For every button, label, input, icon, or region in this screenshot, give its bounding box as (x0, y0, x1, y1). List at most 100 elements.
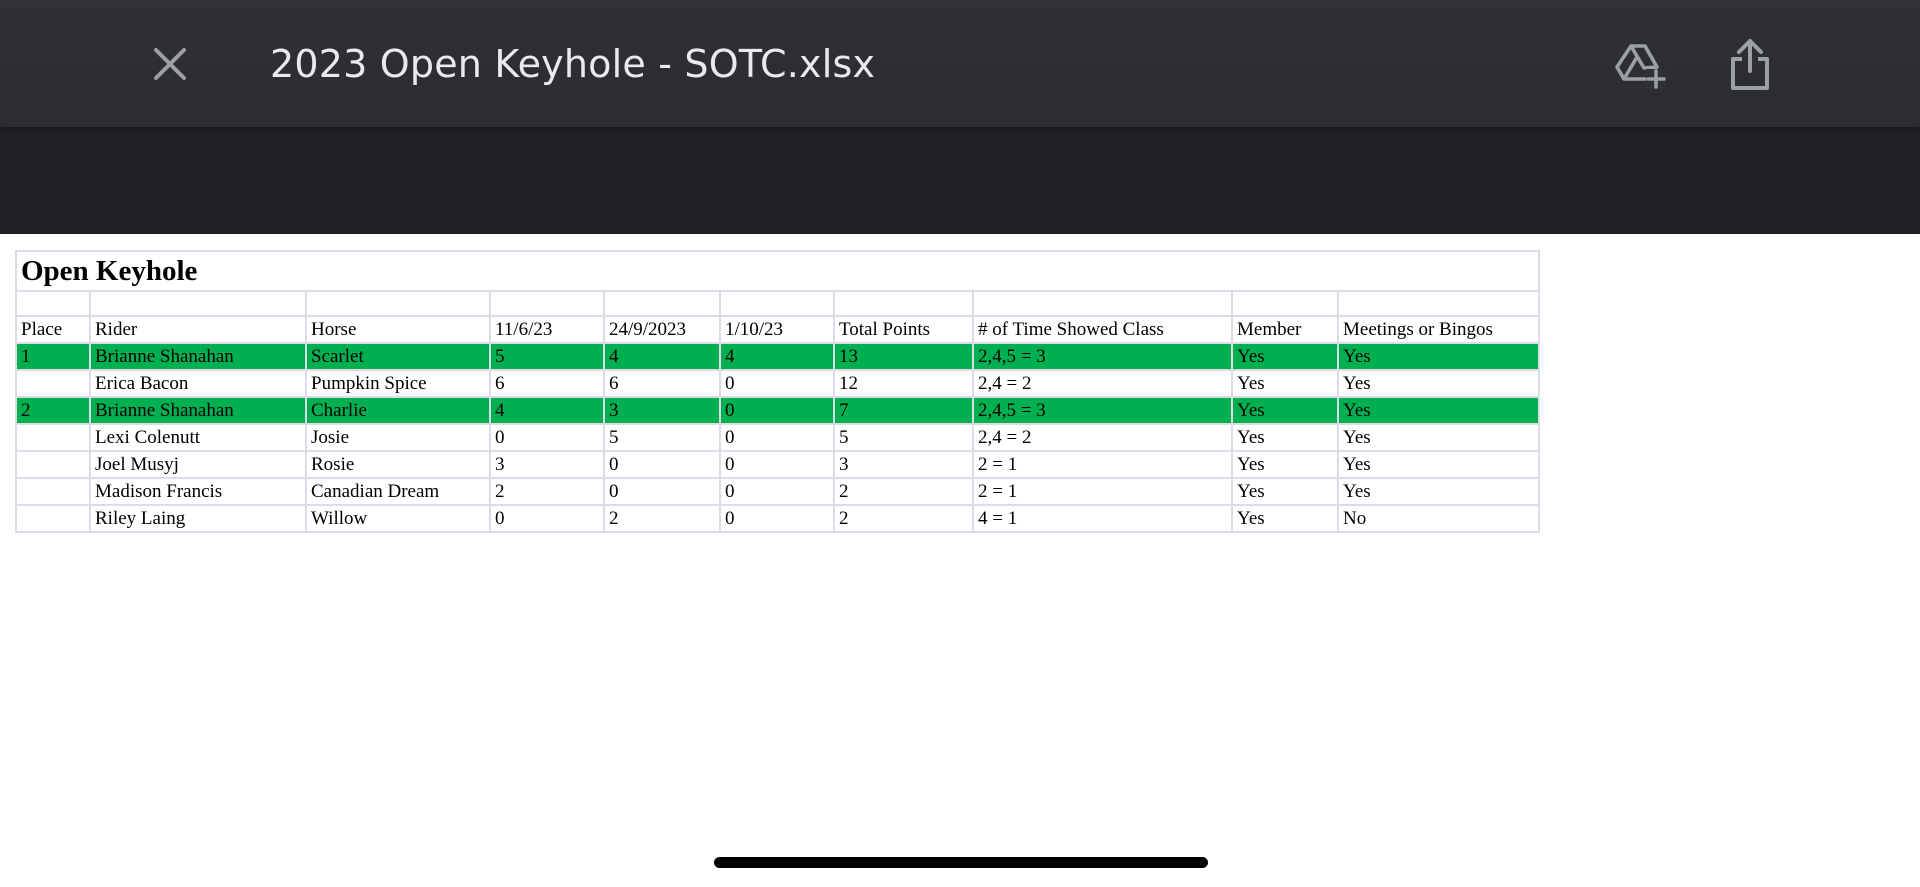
table-cell: Willow (305, 504, 491, 533)
table-row: 2 Brianne Shanahan Charlie 4 3 0 7 2,4,5 = 3 Yes… (15, 396, 1540, 425)
table-cell: 2,4,5 = 3 (972, 396, 1233, 425)
table-row: Lexi Colenutt Josie 0 5 0 5 2,4 = 2 Yes Yes (15, 423, 1540, 452)
empty-cell (1231, 290, 1339, 317)
table-cell (15, 504, 91, 533)
table-cell: Canadian Dream (305, 477, 491, 506)
table-cell: Joel Musyj (89, 450, 307, 479)
share-button[interactable] (1722, 34, 1778, 94)
table-cell (15, 477, 91, 506)
table-cell: 1 (15, 342, 91, 371)
table-row: 1 Brianne Shanahan Scarlet 5 4 4 13 2,4,5 = 3 Ye… (15, 342, 1540, 371)
table-cell (15, 369, 91, 398)
empty-cell (89, 290, 307, 317)
table-cell: 12 (833, 369, 974, 398)
empty-cell (972, 290, 1233, 317)
table-cell: 6 (603, 369, 721, 398)
table-cell: 0 (719, 504, 835, 533)
table-cell: 6 (489, 369, 605, 398)
empty-cell (603, 290, 721, 317)
column-header: Total Points (833, 315, 974, 344)
table-cell: Yes (1231, 396, 1339, 425)
table-cell: 3 (603, 396, 721, 425)
table-cell: 7 (833, 396, 974, 425)
table-cell: Brianne Shanahan (89, 396, 307, 425)
close-button[interactable] (142, 36, 198, 92)
table-cell: 2 (603, 504, 721, 533)
table-cell: Rosie (305, 450, 491, 479)
home-indicator[interactable] (714, 857, 1208, 868)
column-header: # of Time Showed Class (972, 315, 1233, 344)
table-cell: 3 (833, 450, 974, 479)
table-cell: Yes (1337, 477, 1540, 506)
table-cell (15, 450, 91, 479)
spreadsheet-table: Open Keyhole Place Rider Horse 11/6/23 2… (15, 250, 1540, 533)
table-row: Madison Francis Canadian Dream 2 0 0 2 2 = 1 Ye… (15, 477, 1540, 506)
table-cell: 2 = 1 (972, 450, 1233, 479)
close-icon (154, 48, 186, 80)
table-cell: No (1337, 504, 1540, 533)
table-cell: 2 (833, 477, 974, 506)
table-cell: Yes (1337, 396, 1540, 425)
table-cell: 2,4,5 = 3 (972, 342, 1233, 371)
column-header: Place (15, 315, 91, 344)
column-header: Meetings or Bingos (1337, 315, 1540, 344)
empty-cell (833, 290, 974, 317)
table-cell: 5 (603, 423, 721, 452)
table-cell: 3 (489, 450, 605, 479)
table-cell: Yes (1337, 450, 1540, 479)
table-cell: 0 (719, 450, 835, 479)
empty-cell (305, 290, 491, 317)
column-header: 11/6/23 (489, 315, 605, 344)
table-cell: 2 = 1 (972, 477, 1233, 506)
table-cell: 0 (719, 423, 835, 452)
table-cell: Yes (1337, 369, 1540, 398)
table-cell: Lexi Colenutt (89, 423, 307, 452)
column-header: Rider (89, 315, 307, 344)
document-title: 2023 Open Keyhole - SOTC.xlsx (270, 42, 876, 86)
share-icon (1731, 39, 1769, 90)
table-row: Joel Musyj Rosie 3 0 0 3 2 = 1 Yes Yes (15, 450, 1540, 479)
table-cell: Scarlet (305, 342, 491, 371)
table-cell: 4 (719, 342, 835, 371)
column-header: Member (1231, 315, 1339, 344)
table-cell: 0 (603, 477, 721, 506)
table-cell: 0 (489, 423, 605, 452)
sheet-title: Open Keyhole (15, 250, 1540, 292)
spreadsheet-view[interactable]: Open Keyhole Place Rider Horse 11/6/23 2… (0, 234, 1920, 887)
table-cell: Yes (1231, 369, 1339, 398)
viewer-toolbar: 2023 Open Keyhole - SOTC.xlsx (0, 0, 1920, 127)
empty-cell (489, 290, 605, 317)
table-cell: 4 (603, 342, 721, 371)
table-cell: Yes (1337, 423, 1540, 452)
add-to-drive-icon (1615, 44, 1666, 89)
empty-cell (15, 290, 91, 317)
table-cell: 0 (489, 504, 605, 533)
blank-row (15, 290, 1540, 317)
table-cell: Madison Francis (89, 477, 307, 506)
table-cell: 2 (489, 477, 605, 506)
table-cell: Erica Bacon (89, 369, 307, 398)
sheet-title-row: Open Keyhole (15, 250, 1540, 292)
table-cell (15, 423, 91, 452)
table-cell: 5 (833, 423, 974, 452)
table-cell: 4 = 1 (972, 504, 1233, 533)
table-cell: Yes (1231, 342, 1339, 371)
table-cell: Josie (305, 423, 491, 452)
table-cell: Brianne Shanahan (89, 342, 307, 371)
table-cell: 0 (719, 369, 835, 398)
add-to-drive-button[interactable] (1612, 36, 1670, 94)
table-row: Riley Laing Willow 0 2 0 2 4 = 1 Yes No (15, 504, 1540, 533)
table-cell: 2,4 = 2 (972, 423, 1233, 452)
table-cell: 2 (15, 396, 91, 425)
table-cell: 0 (603, 450, 721, 479)
empty-cell (1337, 290, 1540, 317)
table-cell: Yes (1231, 477, 1339, 506)
table-cell: 2,4 = 2 (972, 369, 1233, 398)
table-cell: Riley Laing (89, 504, 307, 533)
column-header: 24/9/2023 (603, 315, 721, 344)
table-cell: Pumpkin Spice (305, 369, 491, 398)
table-cell: 2 (833, 504, 974, 533)
column-header: 1/10/23 (719, 315, 835, 344)
table-cell: Charlie (305, 396, 491, 425)
table-cell: 5 (489, 342, 605, 371)
